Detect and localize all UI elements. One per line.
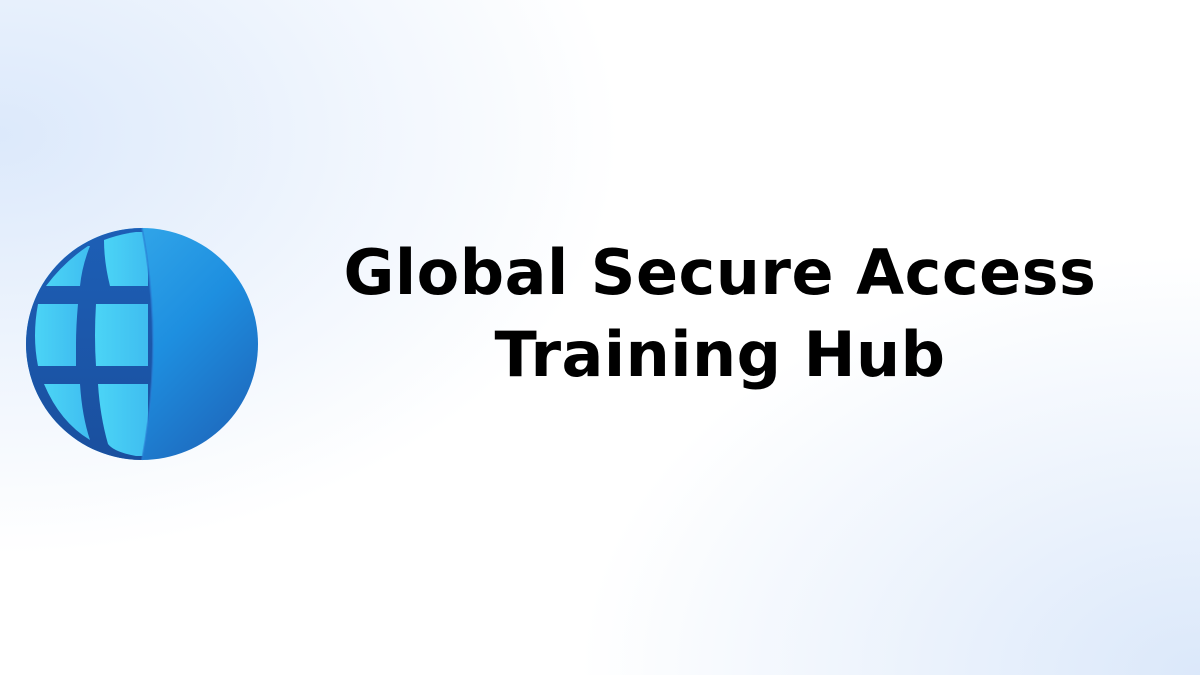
title-line-2: Training Hub xyxy=(494,318,946,391)
banner: Global Secure Access Training Hub xyxy=(0,0,1200,675)
page-title: Global Secure Access Training Hub xyxy=(270,232,1170,396)
globe-icon xyxy=(24,226,260,462)
title-line-1: Global Secure Access xyxy=(343,236,1097,309)
